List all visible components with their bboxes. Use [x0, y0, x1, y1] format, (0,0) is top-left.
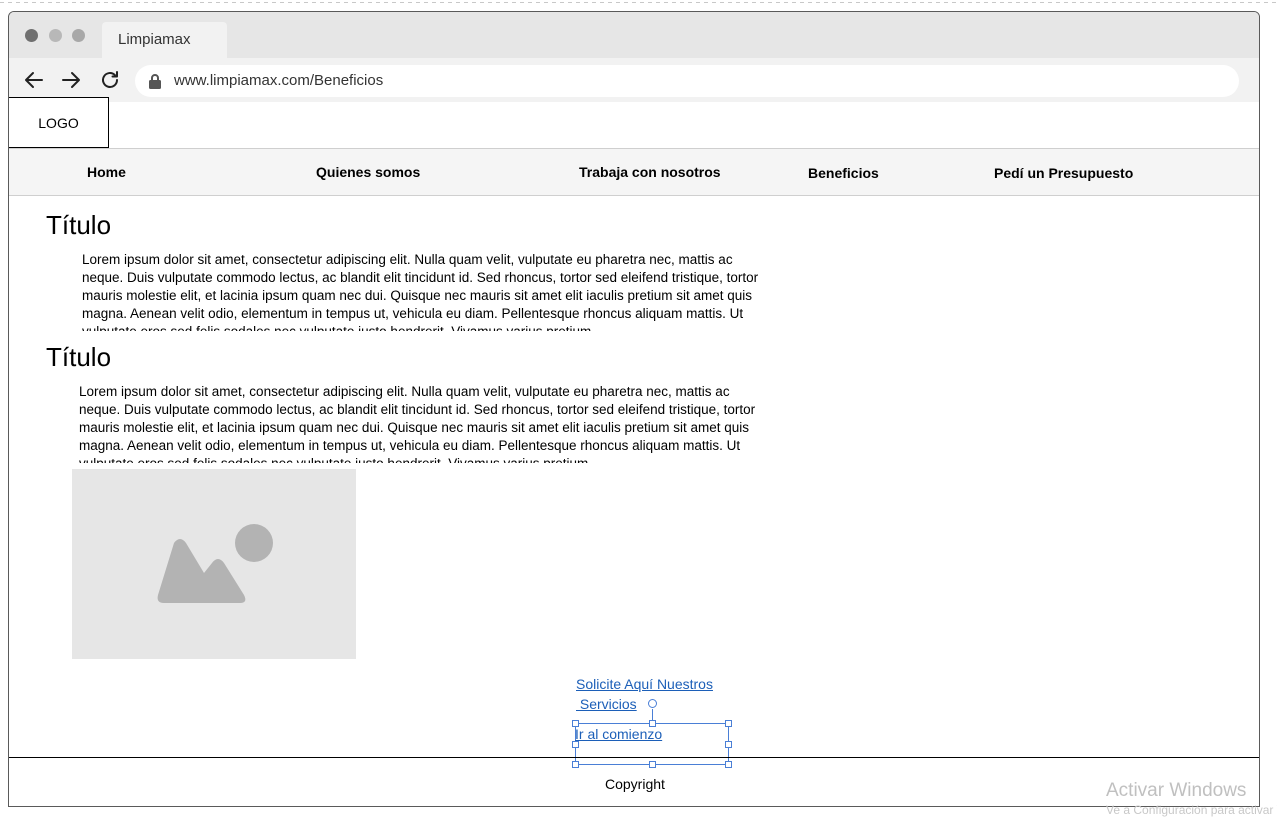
windows-activation-watermark: Activar Windows — [1106, 780, 1247, 801]
url-text: www.limpiamax.com/Beneficios — [174, 72, 384, 89]
menu-item-pedi-presupuesto[interactable]: Pedí un Presupuesto — [994, 165, 1133, 181]
services-link-line2[interactable]: Servicios — [576, 696, 637, 712]
section-title: Título — [46, 342, 112, 372]
section-body: Lorem ipsum dolor sit amet, consectetur … — [82, 252, 759, 331]
resize-handle-w[interactable] — [572, 741, 579, 748]
minimize-window-dot[interactable] — [49, 29, 62, 42]
footer-divider — [9, 757, 1259, 758]
footer-copyright: Copyright — [605, 776, 665, 792]
resize-handle-sw[interactable] — [572, 761, 579, 768]
browser-tab[interactable]: Limpiamax — [102, 22, 227, 58]
tab-bar: Limpiamax — [9, 12, 1259, 58]
menu-item-home[interactable]: Home — [87, 164, 126, 180]
browser-window: Limpiamax www.limpiamax.com/Beneficios L… — [8, 11, 1260, 807]
menu-item-trabaja-con-nosotros[interactable]: Trabaja con nosotros — [579, 164, 721, 180]
resize-handle-s[interactable] — [649, 761, 656, 768]
close-window-dot[interactable] — [25, 29, 38, 42]
forward-icon[interactable] — [59, 68, 83, 92]
section-body: Lorem ipsum dolor sit amet, consectetur … — [79, 384, 756, 463]
resize-handle-e[interactable] — [725, 741, 732, 748]
resize-handle-se[interactable] — [725, 761, 732, 768]
tab-title: Limpiamax — [118, 31, 191, 48]
section-title: Título — [46, 210, 112, 240]
menu-item-beneficios[interactable]: Beneficios — [808, 165, 879, 181]
logo-text: LOGO — [38, 114, 79, 131]
lock-icon — [148, 73, 162, 89]
maximize-window-dot[interactable] — [72, 29, 85, 42]
windows-activation-subtext: Ve a Configuración para activar Windows. — [1106, 803, 1277, 817]
site-logo[interactable]: LOGO — [9, 97, 109, 148]
image-placeholder — [72, 469, 356, 659]
canvas-top-border — [0, 0, 1277, 5]
rotate-handle[interactable] — [648, 699, 657, 708]
services-link[interactable]: Solicite Aquí Nuestros — [576, 676, 713, 692]
url-field[interactable]: www.limpiamax.com/Beneficios — [135, 65, 1239, 97]
menu-item-quienes-somos[interactable]: Quienes somos — [316, 164, 420, 180]
address-bar: www.limpiamax.com/Beneficios — [9, 58, 1259, 102]
reload-icon[interactable] — [98, 68, 122, 92]
resize-handle-ne[interactable] — [725, 720, 732, 727]
site-menu: Home Quienes somos Trabaja con nosotros … — [9, 148, 1259, 196]
back-icon[interactable] — [22, 68, 46, 92]
go-top-link[interactable]: Ir al comienzo — [575, 726, 662, 742]
image-placeholder-icon — [157, 524, 273, 603]
